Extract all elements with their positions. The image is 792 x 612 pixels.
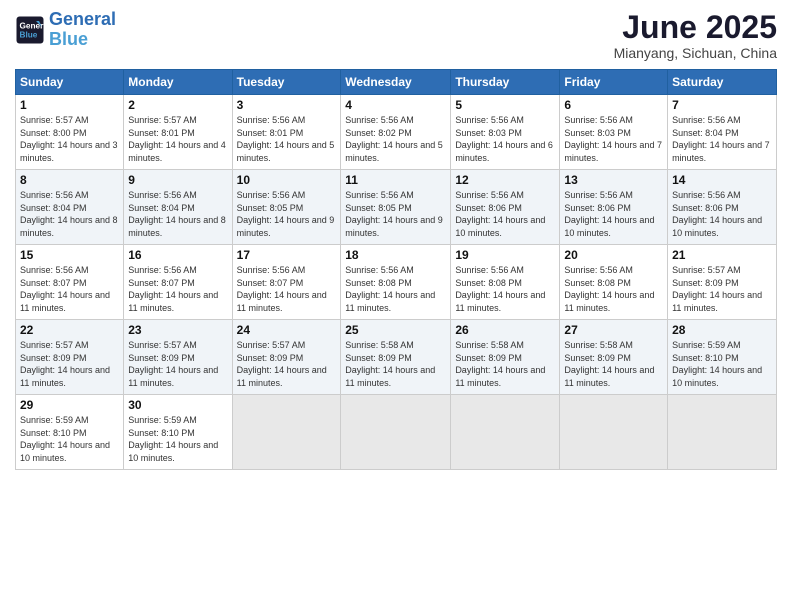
page: General Blue GeneralBlue June 2025 Miany…: [0, 0, 792, 612]
table-row: 18Sunrise: 5:56 AMSunset: 8:08 PMDayligh…: [341, 245, 451, 320]
table-row: 22Sunrise: 5:57 AMSunset: 8:09 PMDayligh…: [16, 320, 124, 395]
col-thursday: Thursday: [451, 70, 560, 95]
table-row: 5Sunrise: 5:56 AMSunset: 8:03 PMDaylight…: [451, 95, 560, 170]
table-row: 2Sunrise: 5:57 AMSunset: 8:01 PMDaylight…: [124, 95, 232, 170]
table-row: 23Sunrise: 5:57 AMSunset: 8:09 PMDayligh…: [124, 320, 232, 395]
calendar-table: Sunday Monday Tuesday Wednesday Thursday…: [15, 69, 777, 470]
col-saturday: Saturday: [668, 70, 777, 95]
main-title: June 2025: [614, 10, 777, 45]
table-row: 30Sunrise: 5:59 AMSunset: 8:10 PMDayligh…: [124, 395, 232, 470]
table-row: 3Sunrise: 5:56 AMSunset: 8:01 PMDaylight…: [232, 95, 341, 170]
col-monday: Monday: [124, 70, 232, 95]
col-wednesday: Wednesday: [341, 70, 451, 95]
table-row: 10Sunrise: 5:56 AMSunset: 8:05 PMDayligh…: [232, 170, 341, 245]
calendar-week-5: 29Sunrise: 5:59 AMSunset: 8:10 PMDayligh…: [16, 395, 777, 470]
header: General Blue GeneralBlue June 2025 Miany…: [15, 10, 777, 61]
table-row: 8Sunrise: 5:56 AMSunset: 8:04 PMDaylight…: [16, 170, 124, 245]
calendar-week-3: 15Sunrise: 5:56 AMSunset: 8:07 PMDayligh…: [16, 245, 777, 320]
calendar-header-row: Sunday Monday Tuesday Wednesday Thursday…: [16, 70, 777, 95]
table-row: 12Sunrise: 5:56 AMSunset: 8:06 PMDayligh…: [451, 170, 560, 245]
table-row: 19Sunrise: 5:56 AMSunset: 8:08 PMDayligh…: [451, 245, 560, 320]
table-row: 28Sunrise: 5:59 AMSunset: 8:10 PMDayligh…: [668, 320, 777, 395]
calendar-week-1: 1Sunrise: 5:57 AMSunset: 8:00 PMDaylight…: [16, 95, 777, 170]
table-row: 29Sunrise: 5:59 AMSunset: 8:10 PMDayligh…: [16, 395, 124, 470]
table-row: 4Sunrise: 5:56 AMSunset: 8:02 PMDaylight…: [341, 95, 451, 170]
table-row: 17Sunrise: 5:56 AMSunset: 8:07 PMDayligh…: [232, 245, 341, 320]
logo-icon: General Blue: [15, 15, 45, 45]
subtitle: Mianyang, Sichuan, China: [614, 45, 777, 61]
table-row: [232, 395, 341, 470]
table-row: [668, 395, 777, 470]
table-row: 25Sunrise: 5:58 AMSunset: 8:09 PMDayligh…: [341, 320, 451, 395]
col-tuesday: Tuesday: [232, 70, 341, 95]
calendar-week-4: 22Sunrise: 5:57 AMSunset: 8:09 PMDayligh…: [16, 320, 777, 395]
table-row: 20Sunrise: 5:56 AMSunset: 8:08 PMDayligh…: [560, 245, 668, 320]
calendar-week-2: 8Sunrise: 5:56 AMSunset: 8:04 PMDaylight…: [16, 170, 777, 245]
table-row: 27Sunrise: 5:58 AMSunset: 8:09 PMDayligh…: [560, 320, 668, 395]
table-row: [341, 395, 451, 470]
title-block: June 2025 Mianyang, Sichuan, China: [614, 10, 777, 61]
col-sunday: Sunday: [16, 70, 124, 95]
table-row: 16Sunrise: 5:56 AMSunset: 8:07 PMDayligh…: [124, 245, 232, 320]
table-row: [451, 395, 560, 470]
table-row: 26Sunrise: 5:58 AMSunset: 8:09 PMDayligh…: [451, 320, 560, 395]
table-row: 7Sunrise: 5:56 AMSunset: 8:04 PMDaylight…: [668, 95, 777, 170]
table-row: 6Sunrise: 5:56 AMSunset: 8:03 PMDaylight…: [560, 95, 668, 170]
table-row: [560, 395, 668, 470]
table-row: 9Sunrise: 5:56 AMSunset: 8:04 PMDaylight…: [124, 170, 232, 245]
table-row: 21Sunrise: 5:57 AMSunset: 8:09 PMDayligh…: [668, 245, 777, 320]
table-row: 15Sunrise: 5:56 AMSunset: 8:07 PMDayligh…: [16, 245, 124, 320]
table-row: 13Sunrise: 5:56 AMSunset: 8:06 PMDayligh…: [560, 170, 668, 245]
table-row: 24Sunrise: 5:57 AMSunset: 8:09 PMDayligh…: [232, 320, 341, 395]
table-row: 14Sunrise: 5:56 AMSunset: 8:06 PMDayligh…: [668, 170, 777, 245]
table-row: 11Sunrise: 5:56 AMSunset: 8:05 PMDayligh…: [341, 170, 451, 245]
logo: General Blue GeneralBlue: [15, 10, 116, 50]
col-friday: Friday: [560, 70, 668, 95]
svg-text:Blue: Blue: [20, 30, 38, 39]
table-row: 1Sunrise: 5:57 AMSunset: 8:00 PMDaylight…: [16, 95, 124, 170]
logo-text: GeneralBlue: [49, 10, 116, 50]
